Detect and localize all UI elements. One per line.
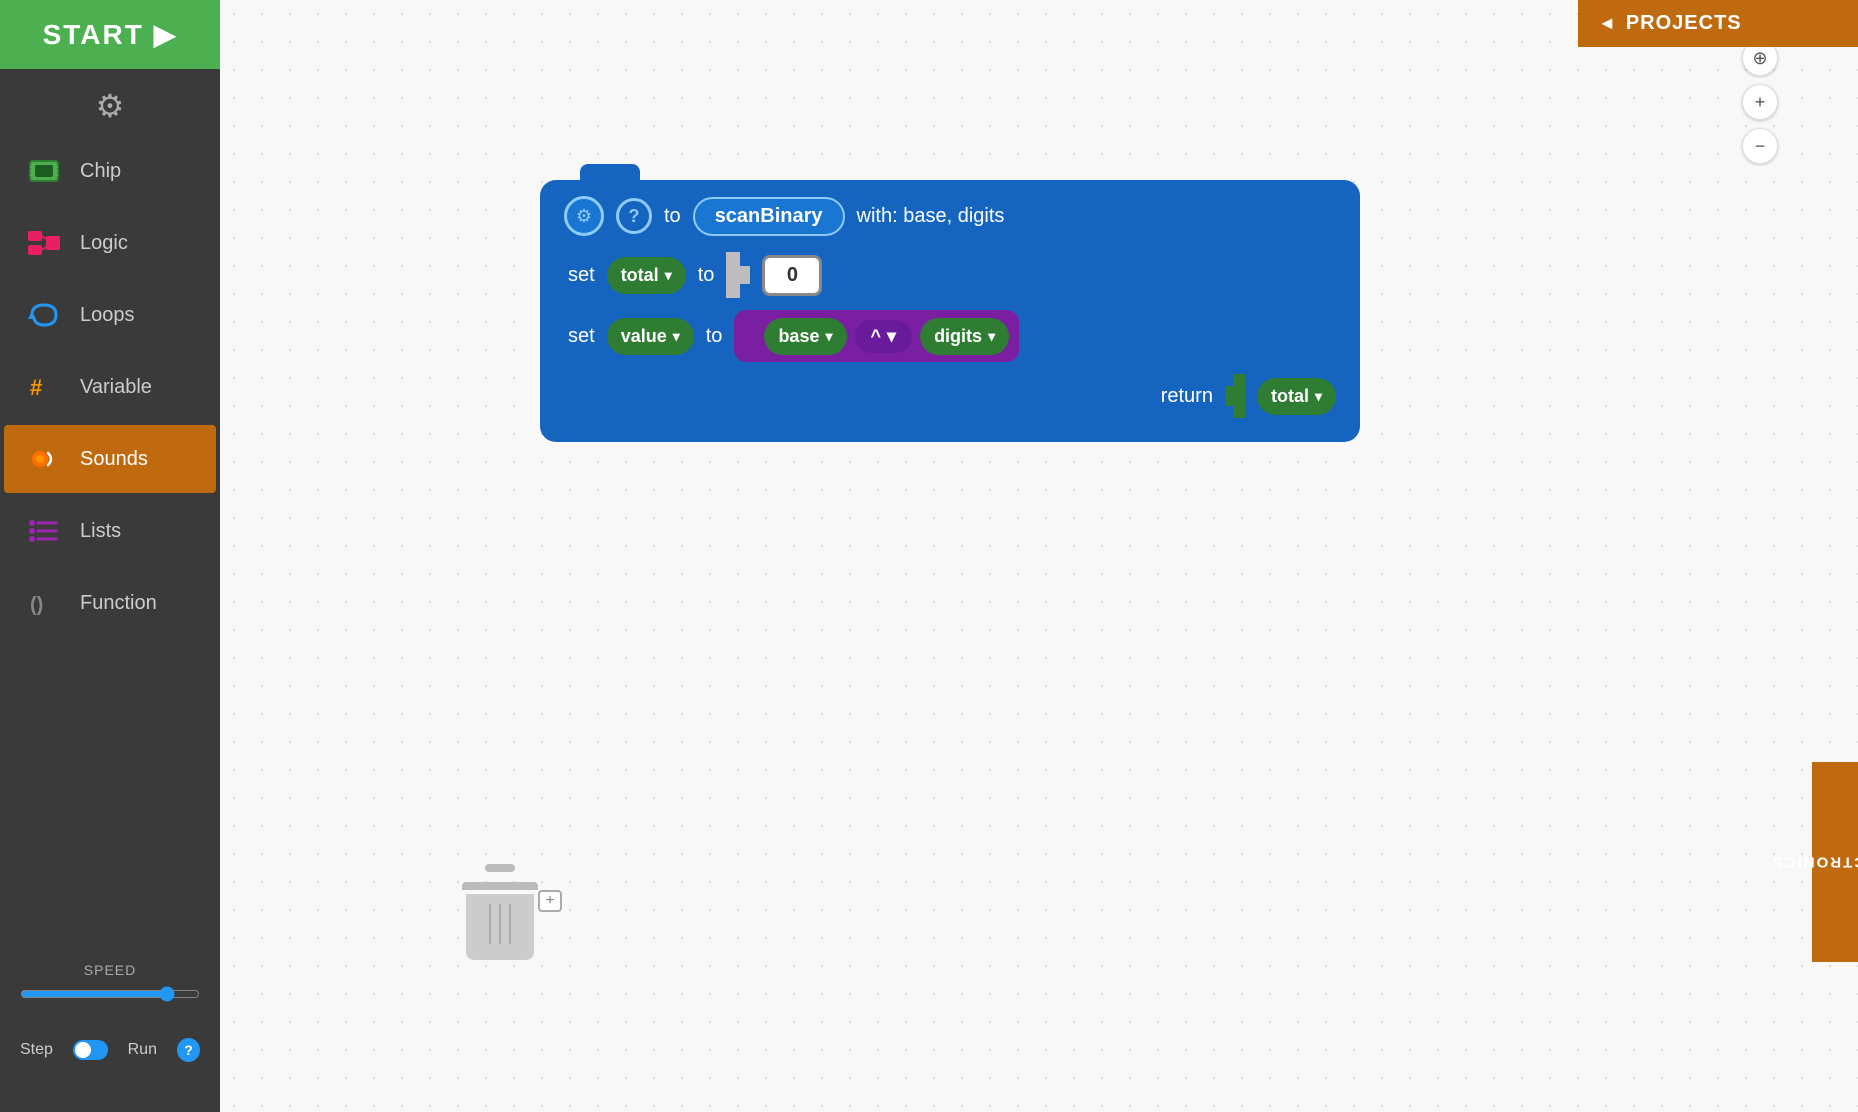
sidebar-item-loops[interactable]: Loops — [4, 281, 216, 349]
trash-lines — [475, 894, 525, 954]
set2-to-keyword: to — [706, 325, 723, 348]
zero-value[interactable]: 0 — [762, 255, 822, 296]
zoom-controls: ⊕ + − — [1742, 40, 1778, 164]
sidebar-item-function[interactable]: () Function — [4, 569, 216, 637]
help-icon: ? — [629, 206, 640, 227]
digits-var-name: digits — [934, 326, 982, 347]
sidebar-item-sounds[interactable]: Sounds — [4, 425, 216, 493]
zoom-out-button[interactable]: − — [1742, 128, 1778, 164]
start-label: START — [43, 19, 144, 51]
block-canvas: ⚙ ? to scanBinary with: base, digits set… — [540, 180, 1360, 442]
return-var-name: total — [1271, 386, 1309, 407]
settings-icon[interactable]: ⚙ — [96, 87, 125, 125]
total-dropdown[interactable]: total ▾ — [607, 257, 686, 294]
sidebar-item-variable[interactable]: # Variable — [4, 353, 216, 421]
value-var-name: value — [621, 326, 667, 347]
puzzle-connector-left — [726, 252, 750, 298]
speed-slider[interactable] — [20, 986, 200, 1002]
projects-arrow: ◄ — [1598, 13, 1616, 34]
return-total-dropdown[interactable]: total ▾ — [1257, 378, 1336, 415]
set-value-row: set value ▾ to base ▾ — [564, 310, 1336, 362]
projects-header[interactable]: ◄ PROJECTS — [1578, 0, 1858, 47]
sidebar-item-logic-label: Logic — [80, 232, 128, 255]
loops-icon — [24, 295, 64, 335]
base-var-name: base — [778, 326, 819, 347]
math-expression-block: base ▾ ^ ▾ digits ▾ — [734, 310, 1019, 362]
zoom-in-button[interactable]: + — [1742, 84, 1778, 120]
step-run-row: Step Run ? — [0, 1028, 220, 1072]
start-button[interactable]: START ▶ — [0, 0, 220, 69]
total-var-name: total — [621, 265, 659, 286]
trash-lid — [462, 882, 538, 890]
run-label: Run — [128, 1041, 157, 1059]
variable-icon: # — [24, 367, 64, 407]
block-help-button[interactable]: ? — [616, 198, 652, 234]
sidebar-item-loops-label: Loops — [80, 304, 135, 327]
sidebar: START ▶ ⚙ Chip — [0, 0, 220, 1112]
sidebar-item-function-label: Function — [80, 592, 157, 615]
settings-row: ⚙ — [0, 69, 220, 135]
sidebar-item-chip-label: Chip — [80, 160, 121, 183]
step-toggle-knob — [75, 1042, 91, 1058]
trash-body — [466, 894, 534, 960]
trash-handle — [485, 864, 515, 872]
digits-dropdown[interactable]: digits ▾ — [920, 318, 1009, 355]
main-function-block: ⚙ ? to scanBinary with: base, digits set… — [540, 180, 1360, 442]
gear-icon: ⚙ — [576, 206, 592, 227]
base-dropdown[interactable]: base ▾ — [764, 318, 846, 355]
return-keyword: return — [1161, 385, 1213, 408]
sidebar-item-lists[interactable]: Lists — [4, 497, 216, 565]
projects-label: PROJECTS — [1626, 12, 1742, 35]
set2-keyword: set — [568, 325, 595, 348]
lists-icon — [24, 511, 64, 551]
speed-section: SPEED — [0, 952, 220, 1012]
sidebar-item-chip[interactable]: Chip — [4, 137, 216, 205]
operator-dropdown[interactable]: ^ ▾ — [855, 320, 913, 353]
trash-can[interactable]: + — [460, 882, 540, 982]
start-arrow: ▶ — [154, 18, 178, 51]
set-total-row: set total ▾ to 0 — [564, 252, 1336, 298]
function-name: scanBinary — [715, 205, 823, 227]
workspace: ◄ PROJECTS ⊕ + − ⚙ ? to scanBinary with:… — [220, 0, 1858, 1112]
sidebar-item-sounds-label: Sounds — [80, 448, 148, 471]
block-header: ⚙ ? to scanBinary with: base, digits — [564, 196, 1336, 236]
base-dropdown-arrow: ▾ — [825, 328, 832, 345]
sidebar-item-logic[interactable]: Logic — [4, 209, 216, 277]
set1-to-keyword: to — [698, 264, 715, 287]
svg-text:#: # — [30, 375, 42, 400]
sidebar-item-lists-label: Lists — [80, 520, 121, 543]
trash-add-button[interactable]: + — [538, 890, 562, 912]
block-to-keyword: to — [664, 205, 681, 228]
sidebar-item-variable-label: Variable — [80, 376, 152, 399]
electronics-label: ELECTRONICS — [1770, 853, 1858, 870]
total-dropdown-arrow: ▾ — [665, 267, 672, 284]
speed-slider-row — [20, 986, 200, 1002]
value-dropdown-arrow: ▾ — [673, 328, 680, 345]
help-button[interactable]: ? — [177, 1038, 200, 1062]
chip-icon — [24, 151, 64, 191]
digits-dropdown-arrow: ▾ — [988, 328, 995, 345]
return-dropdown-arrow: ▾ — [1315, 388, 1322, 405]
operator-symbol: ^ — [871, 326, 882, 347]
logic-icon — [24, 223, 64, 263]
block-settings-button[interactable]: ⚙ — [564, 196, 604, 236]
return-row: return total ▾ — [564, 374, 1336, 418]
svg-text:(): () — [30, 594, 43, 616]
speed-label: SPEED — [20, 962, 200, 978]
return-puzzle-connector — [1225, 374, 1245, 418]
function-name-badge[interactable]: scanBinary — [693, 197, 845, 236]
block-with-text: with: base, digits — [857, 205, 1005, 228]
set1-keyword: set — [568, 264, 595, 287]
value-dropdown[interactable]: value ▾ — [607, 318, 694, 355]
step-toggle[interactable] — [73, 1040, 108, 1060]
step-label: Step — [20, 1041, 53, 1059]
math-puzzle-notch — [740, 316, 756, 356]
operator-dropdown-arrow: ▾ — [887, 326, 896, 347]
function-icon: () — [24, 583, 64, 623]
sounds-icon — [24, 439, 64, 479]
electronics-tab[interactable]: ELECTRONICS — [1812, 762, 1858, 962]
